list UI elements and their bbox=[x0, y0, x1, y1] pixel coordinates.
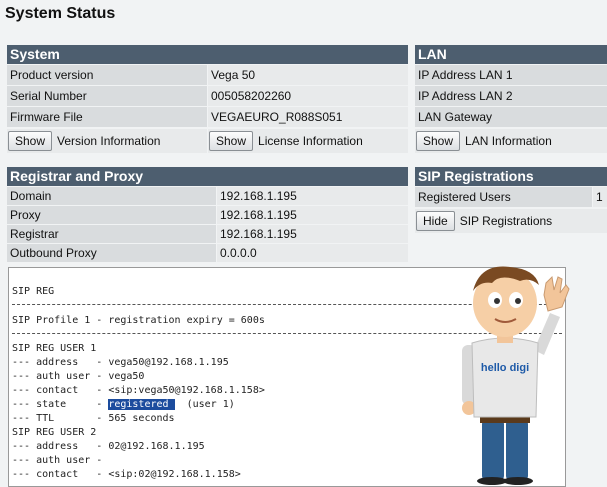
sip-registrations-box: Hide SIP Registrations bbox=[415, 209, 607, 233]
domain-value: 192.168.1.195 bbox=[217, 187, 408, 205]
page-title: System Status bbox=[5, 5, 116, 22]
sip-registrations-label: SIP Registrations bbox=[459, 214, 553, 228]
system-header: System bbox=[7, 45, 408, 64]
proxy-label: Proxy bbox=[7, 206, 216, 224]
registrar-panel: Registrar and Proxy Domain 192.168.1.195… bbox=[7, 167, 408, 262]
lan-panel: LAN IP Address LAN 1 IP Address LAN 2 LA… bbox=[415, 45, 607, 153]
version-info-box: Show Version Information bbox=[7, 129, 207, 153]
sip-registrations-panel: SIP Registrations Registered Users 1 Hid… bbox=[415, 167, 607, 233]
product-version-value: Vega 50 bbox=[208, 65, 408, 85]
outbound-proxy-value: 0.0.0.0 bbox=[217, 244, 408, 262]
license-info-label: License Information bbox=[258, 134, 363, 148]
show-lan-button[interactable]: Show bbox=[416, 131, 461, 151]
lan-row-gateway: LAN Gateway bbox=[415, 107, 607, 127]
console-user1-auth: --- auth user - vega50 bbox=[12, 371, 145, 382]
proxy-value: 192.168.1.195 bbox=[217, 206, 408, 224]
console-user2-header: SIP REG USER 2 bbox=[12, 427, 97, 438]
state-prefix: --- state - bbox=[12, 399, 109, 410]
console-user1-address: --- address - vega50@192.168.1.195 bbox=[12, 357, 229, 368]
system-row-serial-number: Serial Number 005058202260 bbox=[7, 86, 408, 106]
registrar-value: 192.168.1.195 bbox=[217, 225, 408, 243]
registrar-row-proxy: Proxy 192.168.1.195 bbox=[7, 206, 408, 224]
sip-registrations-header: SIP Registrations bbox=[415, 167, 607, 186]
lan-gateway-label: LAN Gateway bbox=[415, 107, 607, 127]
lan-header: LAN bbox=[415, 45, 607, 64]
registered-users-label: Registered Users bbox=[415, 187, 592, 207]
lan-info-box: Show LAN Information bbox=[415, 129, 607, 153]
serial-number-label: Serial Number bbox=[7, 86, 207, 106]
license-info-box: Show License Information bbox=[208, 129, 408, 153]
sip-registrations-button-row: Hide SIP Registrations bbox=[415, 209, 607, 233]
outbound-proxy-label: Outbound Proxy bbox=[7, 244, 216, 262]
firmware-file-value: VEGAEURO_R088S051 bbox=[208, 107, 408, 127]
shirt-logo-text: hello digi bbox=[481, 362, 529, 374]
system-row-product-version: Product version Vega 50 bbox=[7, 65, 408, 85]
registrar-row-domain: Domain 192.168.1.195 bbox=[7, 187, 408, 205]
console-user1-ttl: --- TTL - 565 seconds bbox=[12, 413, 175, 424]
console-user1-header: SIP REG USER 1 bbox=[12, 343, 97, 354]
registrar-header: Registrar and Proxy bbox=[7, 167, 408, 186]
lan-button-row: Show LAN Information bbox=[415, 129, 607, 153]
lan-row-ip-2: IP Address LAN 2 bbox=[415, 86, 607, 106]
state-registered-highlight: registered bbox=[108, 399, 175, 410]
registrar-row-registrar: Registrar 192.168.1.195 bbox=[7, 225, 408, 243]
registered-users-value: 1 bbox=[593, 187, 607, 207]
registered-users-row: Registered Users 1 bbox=[415, 187, 607, 207]
console-user2-auth: --- auth user - bbox=[12, 455, 103, 466]
console-user1-contact: --- contact - <sip:vega50@192.168.1.158> bbox=[12, 385, 265, 396]
lan-info-label: LAN Information bbox=[465, 134, 552, 148]
product-version-label: Product version bbox=[7, 65, 207, 85]
console-user1-state: --- state - registered (user 1) bbox=[12, 399, 235, 411]
firmware-file-label: Firmware File bbox=[7, 107, 207, 127]
show-license-button[interactable]: Show bbox=[209, 131, 254, 151]
lan-row-ip-1: IP Address LAN 1 bbox=[415, 65, 607, 85]
console-profile-line: SIP Profile 1 - registration expiry = 60… bbox=[12, 315, 265, 326]
state-suffix: (user 1) bbox=[174, 399, 235, 410]
system-row-firmware-file: Firmware File VEGAEURO_R088S051 bbox=[7, 107, 408, 127]
console-user2-address: --- address - 02@192.168.1.195 bbox=[12, 441, 205, 452]
system-button-row: Show Version Information Show License In… bbox=[7, 129, 408, 153]
ip-address-lan-1-label: IP Address LAN 1 bbox=[415, 65, 607, 85]
ip-address-lan-2-label: IP Address LAN 2 bbox=[415, 86, 607, 106]
hide-sip-registrations-button[interactable]: Hide bbox=[416, 211, 455, 231]
serial-number-value: 005058202260 bbox=[208, 86, 408, 106]
system-panel: System Product version Vega 50 Serial Nu… bbox=[7, 45, 408, 153]
console-title: SIP REG bbox=[12, 286, 55, 297]
show-version-button[interactable]: Show bbox=[8, 131, 53, 151]
version-info-label: Version Information bbox=[57, 134, 161, 148]
hello-digi-mascot-icon: hello digi bbox=[462, 266, 570, 485]
registrar-label: Registrar bbox=[7, 225, 216, 243]
domain-label: Domain bbox=[7, 187, 216, 205]
console-user2-contact: --- contact - <sip:02@192.168.1.158> bbox=[12, 469, 241, 480]
registrar-row-outbound-proxy: Outbound Proxy 0.0.0.0 bbox=[7, 244, 408, 262]
